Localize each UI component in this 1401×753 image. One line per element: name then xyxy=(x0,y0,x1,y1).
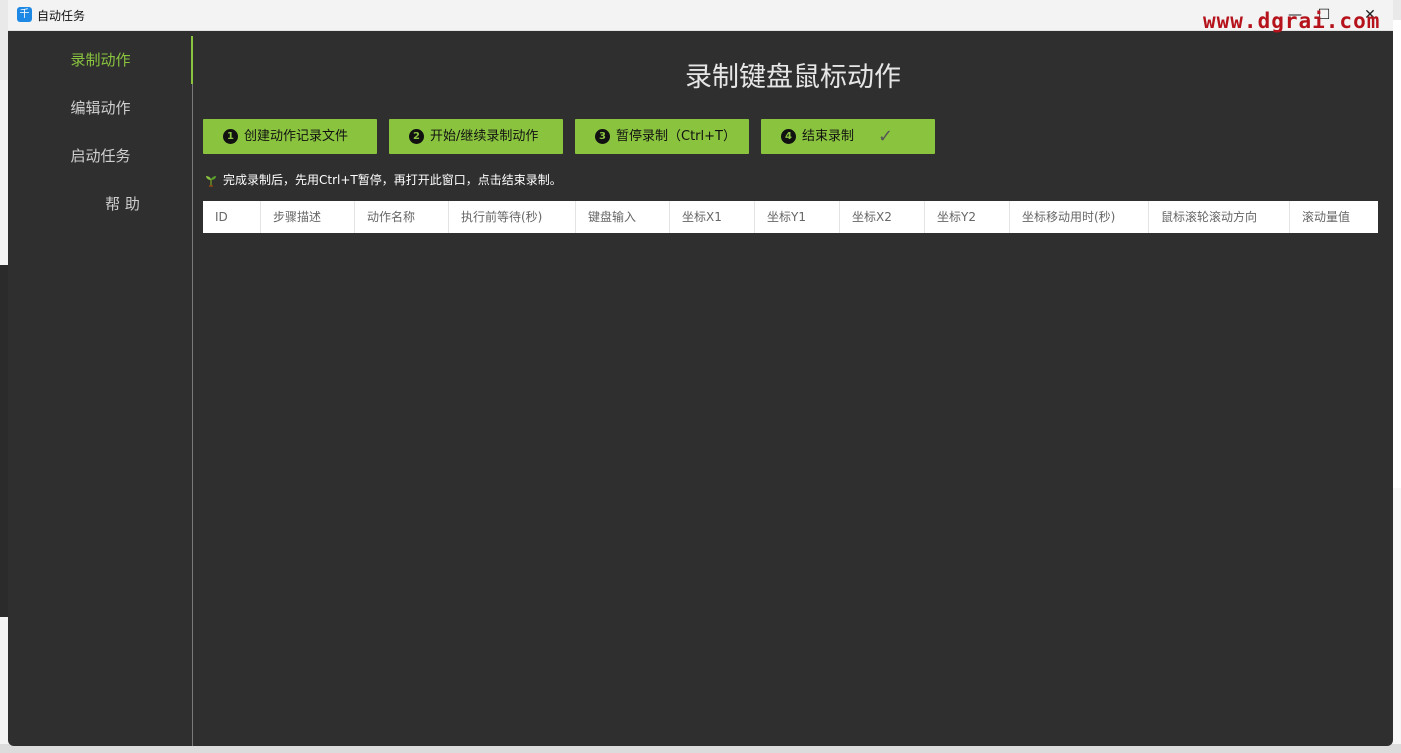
sprout-icon xyxy=(206,175,216,187)
column-header-scroll-amount[interactable]: 滚动量值 xyxy=(1290,201,1378,233)
sidebar-divider xyxy=(192,36,193,746)
sidebar-item-help[interactable]: 帮 助 xyxy=(30,184,215,224)
watermark: www.dgrai.com xyxy=(1203,9,1381,33)
app-window: 千 自动任务 — ☐ ✕ www.dgrai.com 录制动作 编辑动作 启动任… xyxy=(8,0,1393,746)
start-continue-record-button[interactable]: 2 开始/继续录制动作 xyxy=(389,119,563,154)
column-header-x2[interactable]: 坐标X2 xyxy=(840,201,925,233)
step-number-3: 3 xyxy=(595,129,610,144)
window-title: 自动任务 xyxy=(37,9,86,23)
title-bar: 千 自动任务 — ☐ ✕ www.dgrai.com xyxy=(8,0,1393,33)
start-continue-record-label: 开始/继续录制动作 xyxy=(430,129,539,144)
pause-record-button[interactable]: 3 暂停录制（Ctrl+T） xyxy=(575,119,749,154)
end-record-button[interactable]: 4 结束录制 ✓ xyxy=(761,119,935,154)
checkmark-icon: ✓ xyxy=(878,126,894,147)
create-record-file-button[interactable]: 1 创建动作记录文件 xyxy=(203,119,377,154)
sidebar-item-edit[interactable]: 编辑动作 xyxy=(8,88,193,128)
column-header-x1[interactable]: 坐标X1 xyxy=(670,201,755,233)
end-record-label: 结束录制 xyxy=(802,129,855,144)
hint-message: 完成录制后，先用Ctrl+T暂停，再打开此窗口，点击结束录制。 xyxy=(204,171,562,188)
column-header-y1[interactable]: 坐标Y1 xyxy=(755,201,840,233)
create-record-file-label: 创建动作记录文件 xyxy=(244,129,349,144)
column-header-action-name[interactable]: 动作名称 xyxy=(355,201,449,233)
background-white-panel xyxy=(1392,20,1401,488)
column-header-y2[interactable]: 坐标Y2 xyxy=(925,201,1010,233)
hint-text: 完成录制后，先用Ctrl+T暂停，再打开此窗口，点击结束录制。 xyxy=(223,173,562,187)
table-header: ID 步骤描述 动作名称 执行前等待(秒) 键盘输入 坐标X1 坐标Y1 坐标X… xyxy=(203,201,1378,233)
column-header-id[interactable]: ID xyxy=(203,201,261,233)
app-icon: 千 xyxy=(17,7,32,22)
pause-record-label: 暂停录制（Ctrl+T） xyxy=(616,129,736,144)
column-header-move-duration[interactable]: 坐标移动用时(秒) xyxy=(1010,201,1149,233)
step-number-4: 4 xyxy=(781,129,796,144)
sidebar-item-start-task[interactable]: 启动任务 xyxy=(8,136,193,176)
page-title: 录制键盘鼠标动作 xyxy=(685,62,901,93)
sidebar: 录制动作 编辑动作 启动任务 帮 助 xyxy=(8,31,193,746)
step-number-2: 2 xyxy=(409,129,424,144)
column-header-wait-before[interactable]: 执行前等待(秒) xyxy=(449,201,576,233)
background-desktop-right xyxy=(1392,20,1401,753)
column-header-scroll-direction[interactable]: 鼠标滚轮滚动方向 xyxy=(1149,201,1290,233)
step-number-1: 1 xyxy=(223,129,238,144)
column-header-step-description[interactable]: 步骤描述 xyxy=(261,201,355,233)
column-header-keyboard-input[interactable]: 键盘输入 xyxy=(576,201,670,233)
sidebar-item-record[interactable]: 录制动作 xyxy=(8,40,193,80)
